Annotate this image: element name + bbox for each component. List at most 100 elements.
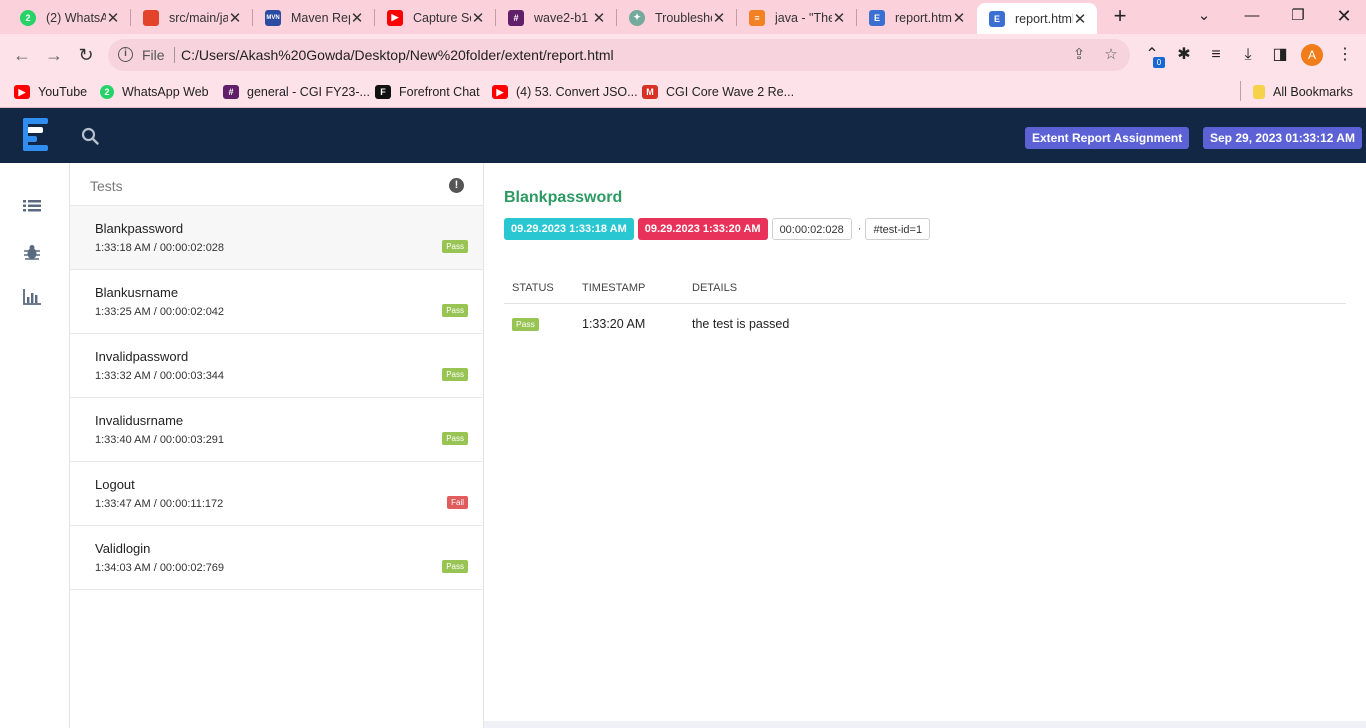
test-item[interactable]: Invalidusrname 1:33:40 AM / 00:00:03:291… — [70, 398, 483, 462]
bookmark-youtube-2[interactable]: ▶ (4) 53. Convert JSO... — [492, 83, 638, 101]
close-icon[interactable]: ✕ — [350, 9, 364, 27]
address-bar[interactable]: i File C:/Users/Akash%20Gowda/Desktop/Ne… — [108, 39, 1130, 71]
bookmark-youtube[interactable]: ▶ YouTube — [14, 83, 87, 101]
test-detail-panel: Blankpassword 09.29.2023 1:33:18 AM 09.2… — [484, 163, 1366, 721]
duration-badge: 00:00:02:028 — [771, 218, 852, 240]
test-time: 1:33:47 AM / 00:00:11:172 — [95, 498, 224, 510]
minimize-button[interactable]: — — [1232, 4, 1272, 28]
bookmark-star-icon[interactable]: ☆ — [1102, 46, 1120, 64]
share-icon[interactable]: ⇪ — [1070, 46, 1088, 64]
close-icon[interactable]: ✕ — [832, 9, 846, 27]
tab-strip: 2 (2) WhatsApp ✕ src/main/java ✕ MVN Mav… — [0, 0, 1366, 34]
close-icon[interactable]: ✕ — [1073, 10, 1087, 28]
chatgpt-icon: ✦ — [629, 9, 645, 26]
forward-button[interactable]: → — [40, 41, 68, 69]
bookmark-gmail[interactable]: M CGI Core Wave 2 Re... — [642, 83, 794, 101]
close-icon[interactable]: ✕ — [471, 9, 485, 27]
extent-logo-icon[interactable] — [23, 118, 49, 151]
search-icon[interactable] — [81, 127, 99, 145]
tab-slack[interactable]: # wave2-b1 ✕ — [496, 3, 616, 32]
column-header-timestamp: TIMESTAMP — [582, 282, 646, 294]
youtube-icon: ▶ — [14, 85, 30, 99]
bug-icon[interactable] — [23, 244, 41, 260]
test-time: 1:34:03 AM / 00:00:02:769 — [95, 562, 225, 574]
test-item[interactable]: Blankusrname 1:33:25 AM / 00:00:02:042 P… — [70, 270, 483, 334]
tab-gitlab[interactable]: src/main/java ✕ — [131, 3, 252, 32]
tab-label: java - "The — [775, 10, 832, 25]
new-tab-button[interactable]: + — [1108, 4, 1132, 30]
filter-status-icon[interactable]: ! — [449, 178, 464, 193]
info-icon[interactable]: i — [118, 47, 133, 62]
end-time-badge: 09.29.2023 1:33:20 AM — [637, 218, 768, 240]
tab-label: Capture Screenshot — [413, 10, 471, 25]
tab-maven[interactable]: MVN Maven Repository ✕ — [253, 3, 374, 32]
dashboard-chart-icon[interactable] — [23, 289, 41, 305]
tab-label: report.html — [895, 10, 952, 25]
close-icon[interactable]: ✕ — [106, 9, 120, 27]
forefront-icon: F — [375, 85, 391, 99]
close-icon[interactable]: ✕ — [712, 9, 726, 27]
folder-icon — [1253, 85, 1265, 99]
tab-label: Troubleshoot — [655, 10, 712, 25]
tab-youtube[interactable]: ▶ Capture Screenshot ✕ — [375, 3, 495, 32]
log-timestamp: 1:33:20 AM — [582, 317, 646, 331]
bookmark-label: Forefront Chat — [399, 85, 480, 99]
log-table: STATUS TIMESTAMP DETAILS Pass 1:33:20 AM… — [504, 271, 1346, 344]
tab-label: (2) WhatsApp — [46, 10, 106, 25]
report-name-badge: Extent Report Assignment — [1025, 127, 1190, 149]
test-item[interactable]: Logout 1:33:47 AM / 00:00:11:172 Fail — [70, 462, 483, 526]
bookmark-forefront[interactable]: F Forefront Chat — [375, 83, 480, 101]
url-text[interactable]: C:/Users/Akash%20Gowda/Desktop/New%20fol… — [181, 47, 614, 63]
tab-whatsapp[interactable]: 2 (2) WhatsApp ✕ — [8, 3, 130, 32]
test-time: 1:33:25 AM / 00:00:02:042 — [95, 306, 225, 318]
status-badge: Pass — [442, 304, 468, 317]
reload-button[interactable]: ↻ — [72, 41, 100, 69]
restore-button[interactable]: ❐ — [1278, 4, 1318, 28]
bookmark-slack[interactable]: # general - CGI FY23-... — [223, 83, 370, 101]
gmail-icon: M — [642, 85, 658, 99]
tab-stackoverflow[interactable]: ≡ java - "The ✕ — [737, 3, 856, 32]
download-icon[interactable]: ⤓ — [1237, 44, 1259, 66]
tab-label: Maven Repository — [291, 10, 350, 25]
test-item[interactable]: Validlogin 1:34:03 AM / 00:00:02:769 Pas… — [70, 526, 483, 590]
slack-icon: # — [508, 9, 524, 26]
media-icon[interactable]: ≡ — [1205, 44, 1227, 66]
test-name: Blankpassword — [95, 221, 184, 236]
bookmark-label: WhatsApp Web — [122, 85, 209, 99]
side-panel-icon[interactable]: ◨ — [1269, 44, 1291, 66]
back-button[interactable]: ← — [8, 41, 36, 69]
menu-icon[interactable]: ⋮ — [1334, 44, 1356, 66]
test-name: Logout — [95, 477, 135, 492]
column-header-status: STATUS — [512, 282, 554, 294]
tab-label: report.html — [1015, 11, 1073, 26]
test-name: Invalidpassword — [95, 349, 189, 364]
tab-chatgpt[interactable]: ✦ Troubleshoot ✕ — [617, 3, 736, 32]
bookmark-label: All Bookmarks — [1273, 85, 1353, 99]
table-row: Pass 1:33:20 AM the test is passed — [504, 304, 1346, 344]
test-item[interactable]: Blankpassword 1:33:18 AM / 00:00:02:028 … — [70, 206, 483, 270]
tab-report-1[interactable]: E report.html ✕ — [857, 3, 976, 32]
status-badge: Fail — [447, 496, 468, 509]
test-name: Blankusrname — [95, 285, 179, 300]
status-badge: Pass — [512, 318, 539, 331]
tab-report-active[interactable]: E report.html ✕ — [977, 3, 1097, 34]
gitlab-icon — [143, 9, 159, 26]
test-item[interactable]: Invalidpassword 1:33:32 AM / 00:00:03:34… — [70, 334, 483, 398]
close-window-button[interactable]: ✕ — [1324, 4, 1364, 28]
tab-search-icon[interactable]: ⌄ — [1184, 4, 1224, 28]
list-icon[interactable] — [23, 199, 41, 215]
youtube-icon: ▶ — [387, 9, 403, 26]
bookmark-label: (4) 53. Convert JSO... — [516, 85, 638, 99]
bookmark-label: general - CGI FY23-... — [247, 85, 370, 99]
close-icon[interactable]: ✕ — [592, 9, 606, 27]
test-id-badge: #test-id=1 — [865, 218, 931, 240]
close-icon[interactable]: ✕ — [952, 9, 966, 27]
url-scheme: File — [142, 47, 165, 63]
close-icon[interactable]: ✕ — [228, 9, 242, 27]
status-badge: Pass — [442, 240, 468, 253]
puzzle-icon[interactable]: ✱ — [1173, 44, 1195, 66]
all-bookmarks[interactable]: All Bookmarks — [1253, 83, 1353, 101]
bookmark-label: CGI Core Wave 2 Re... — [666, 85, 795, 99]
bookmark-whatsapp[interactable]: 2 WhatsApp Web — [100, 83, 209, 101]
avatar[interactable]: A — [1301, 44, 1323, 66]
